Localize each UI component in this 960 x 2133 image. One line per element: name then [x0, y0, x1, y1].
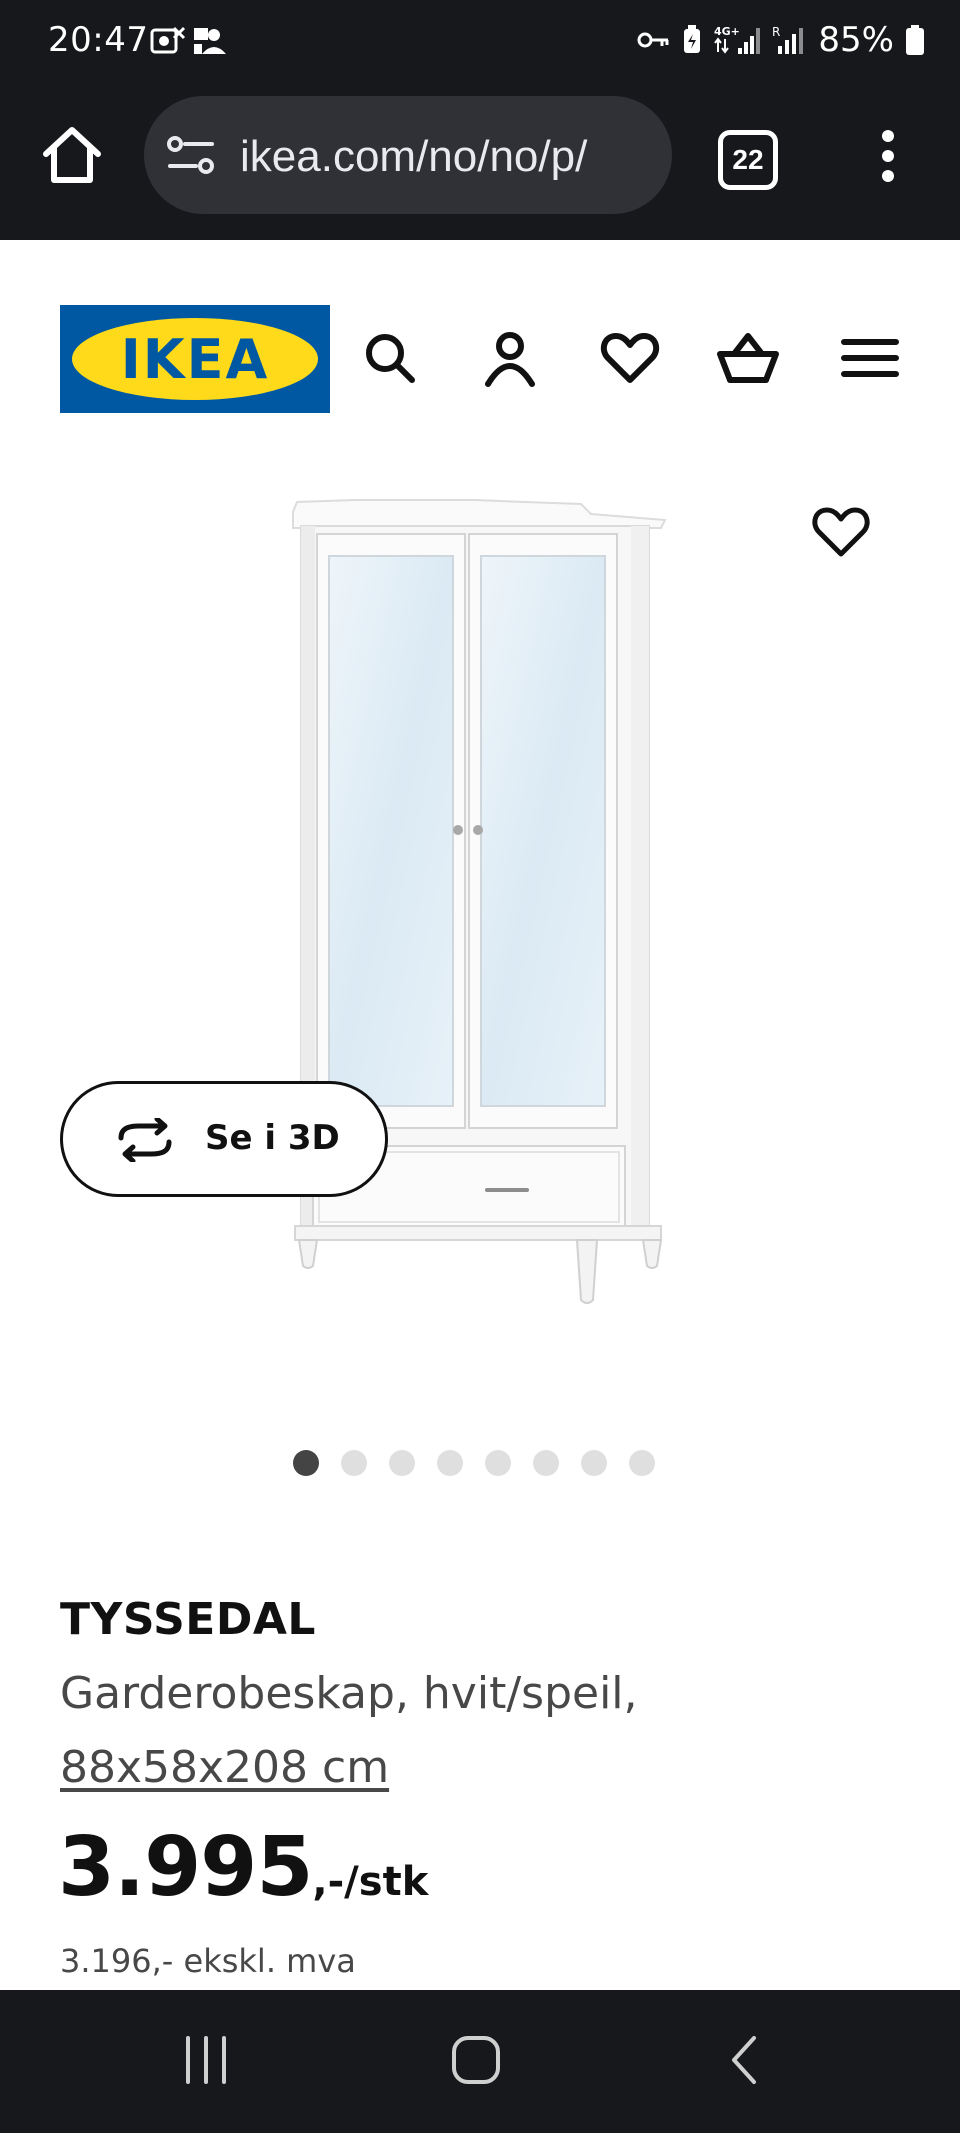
signal-icon: 4G+ — [714, 25, 761, 54]
carousel-dot[interactable] — [341, 1450, 367, 1476]
back-icon[interactable] — [726, 2034, 762, 2086]
add-to-favorites-icon[interactable] — [810, 504, 872, 560]
home-nav-icon[interactable] — [450, 2034, 502, 2086]
view-in-3d-button[interactable]: Se i 3D — [60, 1081, 388, 1197]
tab-switcher-icon[interactable]: 22 — [718, 130, 778, 190]
home-icon[interactable] — [36, 120, 108, 192]
rotate-3d-icon — [118, 1118, 172, 1162]
menu-icon[interactable] — [838, 326, 902, 390]
url-text[interactable]: ikea.com/no/no/p/ — [240, 132, 587, 182]
carousel-dot[interactable] — [485, 1450, 511, 1476]
notification-icon — [150, 26, 186, 54]
ikea-logo[interactable]: IKEA — [60, 305, 330, 413]
carousel-dot[interactable] — [581, 1450, 607, 1476]
price-unit: ,-/stk — [312, 1859, 429, 1905]
price-main: 3.995 — [58, 1820, 313, 1915]
svg-text:4G+: 4G+ — [714, 25, 740, 38]
site-settings-icon[interactable] — [166, 132, 218, 178]
status-right-icons: 4G+ R 85% — [636, 20, 924, 60]
battery-percentage: 85% — [818, 20, 894, 60]
cart-icon[interactable] — [716, 326, 780, 390]
product-name: TYSSEDAL — [60, 1594, 316, 1645]
carousel-dot[interactable] — [293, 1450, 319, 1476]
search-icon[interactable] — [358, 326, 422, 390]
system-navigation-bar — [0, 1990, 960, 2133]
browser-toolbar: ikea.com/no/no/p/ 22 — [0, 88, 960, 240]
product-size-link[interactable]: 88x58x208 cm — [60, 1742, 389, 1793]
status-time: 20:47 — [48, 20, 149, 60]
address-bar[interactable]: ikea.com/no/no/p/ — [144, 96, 672, 214]
contacts-icon — [194, 28, 226, 54]
carousel-dot[interactable] — [629, 1450, 655, 1476]
recent-apps-icon[interactable] — [182, 2034, 230, 2086]
carousel-dot[interactable] — [389, 1450, 415, 1476]
battery-saver-icon — [684, 25, 701, 53]
carousel-dot[interactable] — [437, 1450, 463, 1476]
favorites-icon[interactable] — [598, 326, 662, 390]
price-ex-vat: 3.196,- ekskl. mva — [60, 1942, 356, 1980]
svg-text:R: R — [772, 25, 780, 39]
product-description: Garderobeskap, hvit/speil, — [60, 1668, 638, 1719]
more-icon[interactable] — [870, 128, 906, 184]
account-icon[interactable] — [478, 326, 542, 390]
tab-count: 22 — [732, 144, 764, 175]
status-left-icons — [150, 26, 228, 56]
logo-text: IKEA — [120, 328, 270, 391]
image-carousel-dots[interactable] — [0, 1450, 960, 1476]
carousel-dot[interactable] — [533, 1450, 559, 1476]
status-bar: 20:47 4G+ R 85% — [0, 0, 960, 88]
battery-icon — [906, 25, 924, 55]
product-price: 3.995,-/stk — [58, 1820, 428, 1915]
roaming-signal-icon: R — [772, 25, 804, 54]
vpn-key-icon — [637, 32, 669, 48]
view-in-3d-label: Se i 3D — [205, 1118, 340, 1158]
